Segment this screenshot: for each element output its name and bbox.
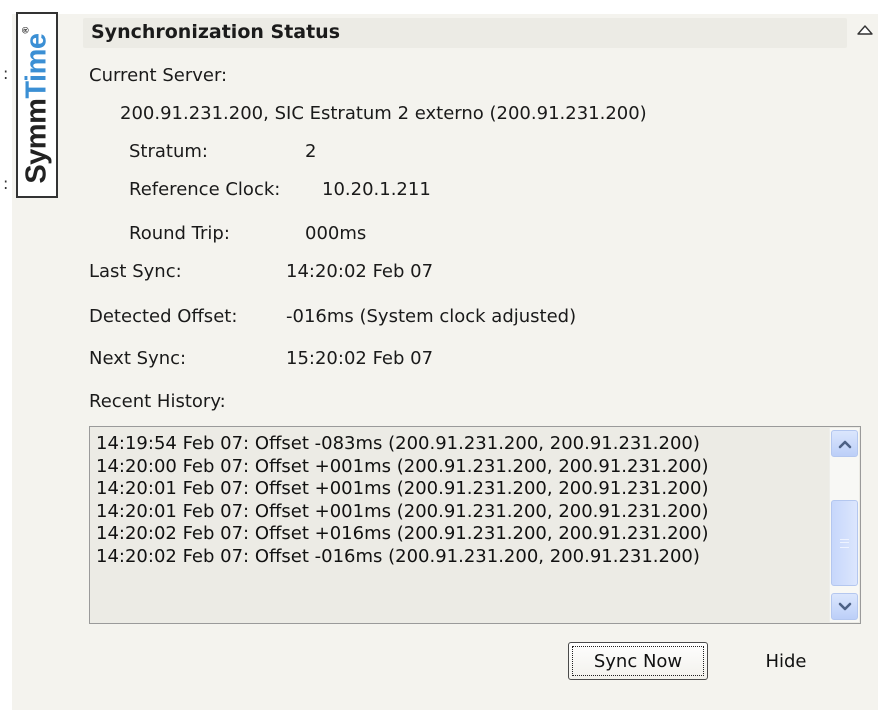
scroll-up-arrow-icon — [838, 440, 851, 448]
scrollbar-grip-icon — [840, 538, 849, 548]
recent-history-label: Recent History: — [89, 391, 226, 412]
history-item: 14:20:00 Feb 07: Offset +001ms (200.91.2… — [96, 455, 709, 477]
scroll-down-arrow-icon — [838, 602, 851, 610]
hide-button[interactable]: Hide — [746, 642, 826, 680]
round-trip-label: Round Trip: — [129, 223, 230, 244]
decorative-dot: : — [3, 174, 9, 193]
history-item: 14:20:01 Feb 07: Offset +001ms (200.91.2… — [96, 478, 709, 500]
scroll-up-button[interactable] — [831, 430, 858, 457]
left-strip — [0, 14, 12, 710]
top-strip — [0, 0, 878, 14]
sync-status-window: SymmTime® : : Synchronization Status Cur… — [0, 0, 878, 710]
next-sync-value: 15:20:02 Feb 07 — [286, 348, 434, 369]
round-trip-value: 000ms — [305, 223, 367, 244]
sync-now-button[interactable]: Sync Now — [568, 642, 708, 680]
logo-time-text: Time — [20, 32, 53, 99]
hide-label: Hide — [765, 650, 807, 672]
panel-title: Synchronization Status — [91, 21, 341, 43]
chevron-up-icon[interactable] — [856, 20, 874, 38]
logo-trademark: ® — [20, 26, 31, 33]
last-sync-label: Last Sync: — [89, 261, 182, 282]
scrollbar-thumb[interactable] — [831, 500, 858, 586]
stratum-label: Stratum: — [129, 141, 208, 162]
history-item: 14:20:02 Feb 07: Offset -016ms (200.91.2… — [96, 545, 700, 567]
detected-offset-value: -016ms (System clock adjusted) — [286, 306, 577, 327]
current-server-value: 200.91.231.200, SIC Estratum 2 externo (… — [120, 103, 647, 124]
decorative-dot: : — [3, 64, 9, 83]
last-sync-value: 14:20:02 Feb 07 — [286, 261, 434, 282]
scroll-down-button[interactable] — [831, 593, 858, 620]
reference-clock-value: 10.20.1.211 — [322, 179, 431, 200]
stratum-value: 2 — [305, 141, 317, 162]
sync-now-label: Sync Now — [593, 650, 683, 672]
logo-symm-text: Symm — [20, 98, 53, 184]
history-lines: 14:19:54 Feb 07: Offset -083ms (200.91.2… — [96, 433, 708, 569]
history-item: 14:20:02 Feb 07: Offset +016ms (200.91.2… — [96, 523, 709, 545]
vertical-scrollbar[interactable] — [829, 428, 859, 622]
symmtime-logo: SymmTime® — [16, 12, 58, 198]
current-server-label: Current Server: — [89, 65, 228, 86]
next-sync-label: Next Sync: — [89, 348, 187, 369]
reference-clock-label: Reference Clock: — [129, 179, 281, 200]
detected-offset-label: Detected Offset: — [89, 306, 238, 327]
history-item: 14:20:01 Feb 07: Offset +001ms (200.91.2… — [96, 500, 709, 522]
history-list[interactable]: 14:19:54 Feb 07: Offset -083ms (200.91.2… — [89, 426, 861, 624]
history-item: 14:19:54 Feb 07: Offset -083ms (200.91.2… — [96, 433, 700, 454]
